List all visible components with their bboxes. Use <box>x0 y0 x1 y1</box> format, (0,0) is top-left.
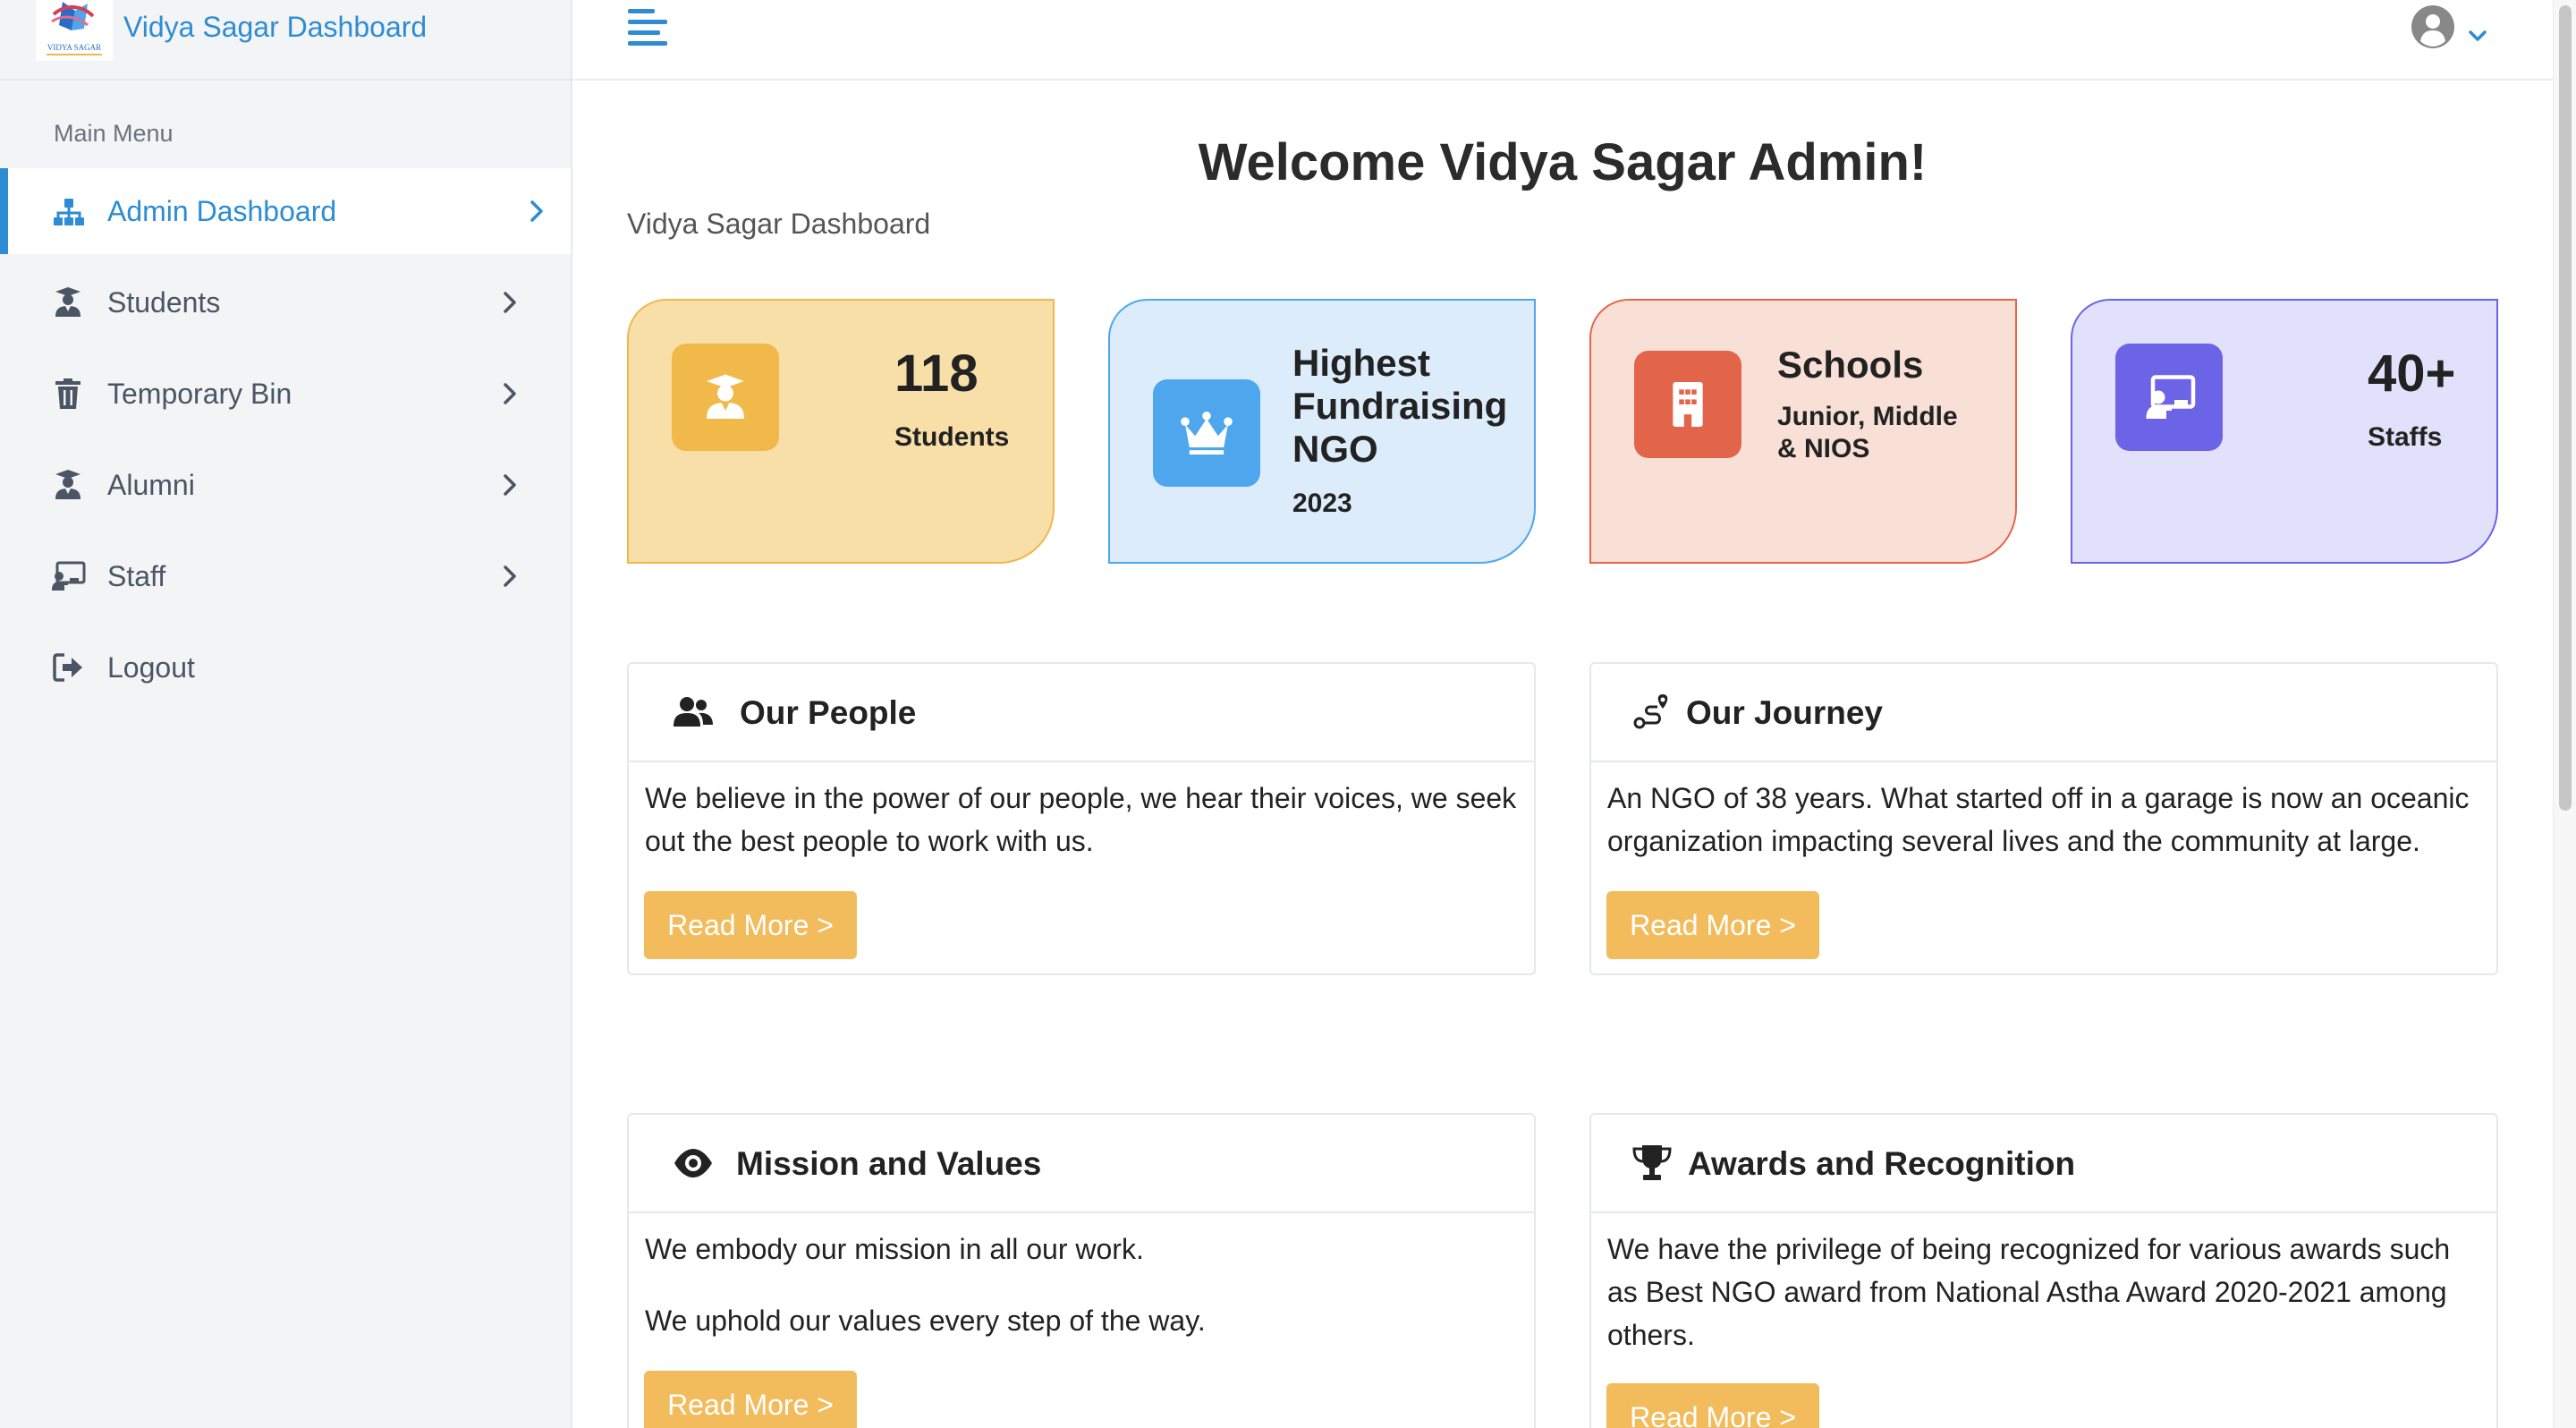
chalkboard-teacher-icon <box>52 561 86 591</box>
graduate-icon <box>55 470 80 499</box>
page-subtitle: Vidya Sagar Dashboard <box>627 208 931 240</box>
stat-title: Highest Fundraising NGO <box>1292 342 1508 470</box>
sidebar-item-label: Temporary Bin <box>107 377 292 410</box>
card-text: An NGO of 38 years. What started off in … <box>1607 782 2470 857</box>
route-icon <box>1633 694 1668 729</box>
sitemap-icon <box>54 199 84 225</box>
card-our-people: Our People We believe in the power of ou… <box>627 662 1536 975</box>
chevron-down-icon <box>2469 30 2487 41</box>
card-text: We have the privilege of being recognize… <box>1607 1233 2451 1351</box>
graduate-icon <box>672 344 779 451</box>
sidebar-item-admin-dashboard[interactable]: Admin Dashboard <box>0 168 571 254</box>
vidya-sagar-logo: VIDYA SAGAR <box>36 0 113 61</box>
stat-title: Schools <box>1777 344 1924 386</box>
card-title: Our Journey <box>1686 694 1883 731</box>
sidebar-item-label: Staff <box>107 559 166 592</box>
user-menu[interactable] <box>2410 4 2492 50</box>
sidebar-item-label: Logout <box>107 650 195 684</box>
chevron-right-icon <box>530 200 543 222</box>
chalkboard-teacher-icon <box>2115 344 2223 451</box>
stat-card-staff: 40+ Staffs <box>2071 299 2498 564</box>
stat-card-students: 118 Students <box>627 299 1055 564</box>
card-our-journey: Our Journey An NGO of 38 years. What sta… <box>1589 662 2498 975</box>
chevron-right-icon <box>504 474 516 496</box>
read-more-button[interactable]: Read More > <box>644 891 857 959</box>
trophy-icon <box>1632 1145 1672 1180</box>
card-header: Mission and Values <box>629 1115 1534 1213</box>
logout-icon <box>53 653 82 682</box>
card-header: Our People <box>629 664 1534 762</box>
stat-label: Students <box>894 422 1010 452</box>
card-title: Awards and Recognition <box>1688 1145 2076 1182</box>
sidebar-item-temporary-bin[interactable]: Temporary Bin <box>0 351 571 437</box>
sidebar-item-students[interactable]: Students <box>0 259 571 345</box>
vertical-scrollbar[interactable] <box>2553 0 2576 1428</box>
card-header: Awards and Recognition <box>1591 1115 2496 1213</box>
sidebar-item-alumni[interactable]: Alumni <box>0 442 571 528</box>
stat-value: 118 <box>894 344 979 403</box>
crown-icon <box>1153 379 1260 487</box>
sidebar-menu: Admin Dashboard Students Temporary Bin A… <box>0 168 571 716</box>
page-title: Welcome Vidya Sagar Admin! <box>1198 133 1928 191</box>
chevron-right-icon <box>504 292 516 313</box>
card-awards: Awards and Recognition We have the privi… <box>1589 1113 2498 1428</box>
stat-label: Junior, Middle & NIOS <box>1777 402 1958 463</box>
stat-card-schools: Schools Junior, Middle & NIOS <box>1589 299 2017 564</box>
read-more-button[interactable]: Read More > <box>1606 891 1819 959</box>
card-mission-values: Mission and Values We embody our mission… <box>627 1113 1536 1428</box>
eye-icon <box>674 1149 712 1177</box>
read-more-button[interactable]: Read More > <box>644 1371 857 1428</box>
chevron-right-icon <box>504 383 516 404</box>
card-title: Our People <box>740 694 917 731</box>
card-text: We embody our mission in all our work. W… <box>645 1233 1206 1337</box>
sidebar-item-label: Alumni <box>107 468 195 501</box>
top-bar <box>572 0 2553 81</box>
scrollbar-thumb[interactable] <box>2559 5 2572 811</box>
brand[interactable]: VIDYA SAGAR Vidya Sagar Dashboard <box>0 0 571 81</box>
read-more-button[interactable]: Read More > <box>1606 1383 1819 1428</box>
card-title: Mission and Values <box>736 1145 1042 1182</box>
card-header: Our Journey <box>1591 664 2496 762</box>
hamburger-icon[interactable] <box>626 5 671 48</box>
building-icon <box>1634 351 1741 458</box>
sidebar-item-label: Admin Dashboard <box>107 194 337 227</box>
stat-label: 2023 <box>1292 489 1352 518</box>
user-circle-icon <box>2411 5 2487 48</box>
sidebar-item-staff[interactable]: Staff <box>0 533 571 619</box>
sidebar-item-logout[interactable]: Logout <box>0 625 571 710</box>
sidebar-item-label: Students <box>107 285 221 319</box>
main-content: Welcome Vidya Sagar Admin! Vidya Sagar D… <box>572 82 2553 1428</box>
svg-text:VIDYA SAGAR: VIDYA SAGAR <box>47 43 101 52</box>
chevron-right-icon <box>504 565 516 587</box>
graduate-icon <box>55 287 80 317</box>
trash-icon <box>55 378 80 409</box>
brand-title[interactable]: Vidya Sagar Dashboard <box>123 11 427 44</box>
stat-value: 40+ <box>2368 344 2456 403</box>
sidebar: VIDYA SAGAR Vidya Sagar Dashboard Main M… <box>0 0 572 1428</box>
stat-label: Staffs <box>2368 422 2443 452</box>
users-icon <box>674 697 713 727</box>
stat-card-fundraising: Highest Fundraising NGO 2023 <box>1108 299 1536 564</box>
card-text: We believe in the power of our people, w… <box>645 782 1517 857</box>
